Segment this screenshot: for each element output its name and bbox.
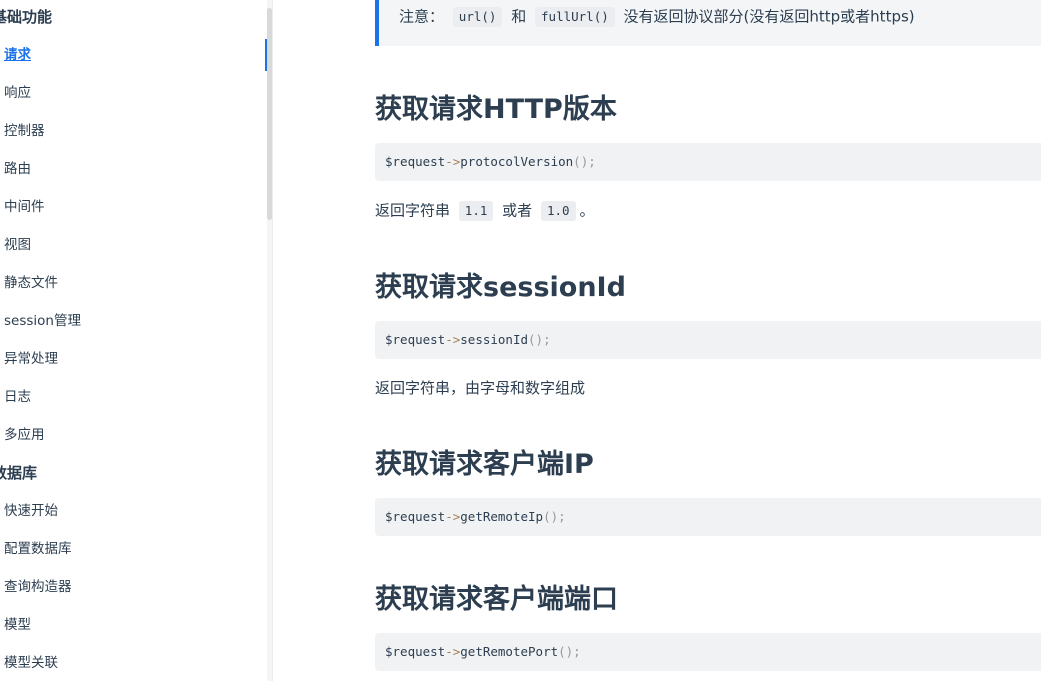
tip-prefix: 注意： — [399, 7, 445, 26]
sidebar-item-label: session管理 — [4, 313, 81, 329]
sidebar-item-label: 模型关联 — [4, 655, 58, 671]
sidebar-scrollbar[interactable] — [267, 0, 272, 681]
code-variable: $request — [385, 154, 446, 169]
sidebar-item-label: 响应 — [4, 85, 31, 101]
sidebar-item-label: 日志 — [4, 389, 31, 405]
sidebar: 基础功能 请求 响应 控制器 路由 中间件 视图 静态文件 session管理 … — [0, 0, 273, 681]
code-function: getRemoteIp — [460, 509, 544, 524]
sidebar-item-quick-start[interactable]: 快速开始 — [0, 496, 267, 526]
docs-page: 基础功能 请求 响应 控制器 路由 中间件 视图 静态文件 session管理 … — [0, 0, 1041, 681]
section-heading: 获取请求客户端端口 — [375, 584, 618, 615]
tip-box: 注意： url() 和 fullUrl() 没有返回协议部分(没有返回http或… — [375, 0, 1041, 46]
code-operator: -> — [445, 332, 461, 347]
sidebar-item-query-builder[interactable]: 查询构造器 — [0, 572, 267, 602]
sidebar-group-title[interactable]: 数据库 — [0, 463, 37, 483]
inline-code: 1.1 — [458, 200, 494, 221]
code-variable: $request — [385, 644, 446, 659]
sidebar-item-view[interactable]: 视图 — [0, 230, 267, 260]
sidebar-item-label: 查询构造器 — [4, 579, 72, 595]
sidebar-item-model[interactable]: 模型 — [0, 610, 267, 640]
code-block: $request->sessionId(); — [375, 321, 1041, 359]
desc-text: 返回字符串 — [375, 201, 451, 220]
sidebar-item-label: 静态文件 — [4, 275, 58, 291]
sidebar-item-multi-app[interactable]: 多应用 — [0, 420, 267, 450]
sidebar-item-controller[interactable]: 控制器 — [0, 116, 267, 146]
sidebar-item-label: 中间件 — [4, 199, 45, 215]
sidebar-item-request[interactable]: 请求 — [0, 40, 267, 70]
sidebar-item-middleware[interactable]: 中间件 — [0, 192, 267, 222]
code-variable: $request — [385, 509, 446, 524]
tip-middle: 和 — [511, 7, 527, 26]
code-function: sessionId — [460, 332, 529, 347]
sidebar-item-exception[interactable]: 异常处理 — [0, 344, 267, 374]
sidebar-item-route[interactable]: 路由 — [0, 154, 267, 184]
section-heading: 获取请求客户端IP — [375, 449, 594, 480]
sidebar-item-label: 控制器 — [4, 123, 45, 139]
code-function: protocolVersion — [460, 154, 574, 169]
sidebar-item-response[interactable]: 响应 — [0, 78, 267, 108]
main-content: 注意： url() 和 fullUrl() 没有返回协议部分(没有返回http或… — [273, 0, 1041, 681]
tip-suffix: 没有返回协议部分(没有返回http或者https) — [623, 7, 915, 26]
code-operator: -> — [445, 154, 461, 169]
code-function: getRemotePort — [460, 644, 559, 659]
code-operator: -> — [445, 509, 461, 524]
inline-code: url() — [452, 6, 503, 27]
inline-code: fullUrl() — [535, 6, 615, 27]
desc-text: 。 — [579, 201, 595, 220]
sidebar-item-label: 配置数据库 — [4, 541, 72, 557]
code-block: $request->protocolVersion(); — [375, 143, 1041, 181]
inline-code: 1.0 — [540, 200, 576, 221]
scrollbar-thumb[interactable] — [267, 8, 272, 220]
code-punctuation: (); — [528, 332, 551, 347]
sidebar-item-log[interactable]: 日志 — [0, 382, 267, 412]
sidebar-item-label: 多应用 — [4, 427, 45, 443]
code-punctuation: (); — [558, 644, 581, 659]
sidebar-item-label: 快速开始 — [4, 503, 58, 519]
section-description: 返回字符串 1.1 或者 1.0。 — [375, 199, 595, 222]
tip-text: 注意： url() 和 fullUrl() 没有返回协议部分(没有返回http或… — [399, 6, 915, 27]
section-heading: 获取请求HTTP版本 — [375, 94, 617, 125]
sidebar-item-session[interactable]: session管理 — [0, 306, 267, 336]
code-operator: -> — [445, 644, 461, 659]
code-variable: $request — [385, 332, 446, 347]
desc-text: 或者 — [502, 201, 533, 220]
section-description: 返回字符串，由字母和数字组成 — [375, 379, 586, 397]
sidebar-group-title[interactable]: 基础功能 — [0, 7, 52, 27]
sidebar-item-label: 模型 — [4, 617, 31, 633]
sidebar-item-label: 异常处理 — [4, 351, 58, 367]
sidebar-item-label: 视图 — [4, 237, 31, 253]
code-punctuation: (); — [543, 509, 566, 524]
code-block: $request->getRemotePort(); — [375, 633, 1041, 671]
code-punctuation: (); — [573, 154, 596, 169]
sidebar-item-label: 路由 — [4, 161, 31, 177]
sidebar-item-static-files[interactable]: 静态文件 — [0, 268, 267, 298]
code-block: $request->getRemoteIp(); — [375, 498, 1041, 536]
sidebar-item-label: 请求 — [4, 47, 31, 63]
sidebar-item-config-db[interactable]: 配置数据库 — [0, 534, 267, 564]
section-heading: 获取请求sessionId — [375, 272, 626, 303]
sidebar-item-model-relations[interactable]: 模型关联 — [0, 648, 267, 678]
